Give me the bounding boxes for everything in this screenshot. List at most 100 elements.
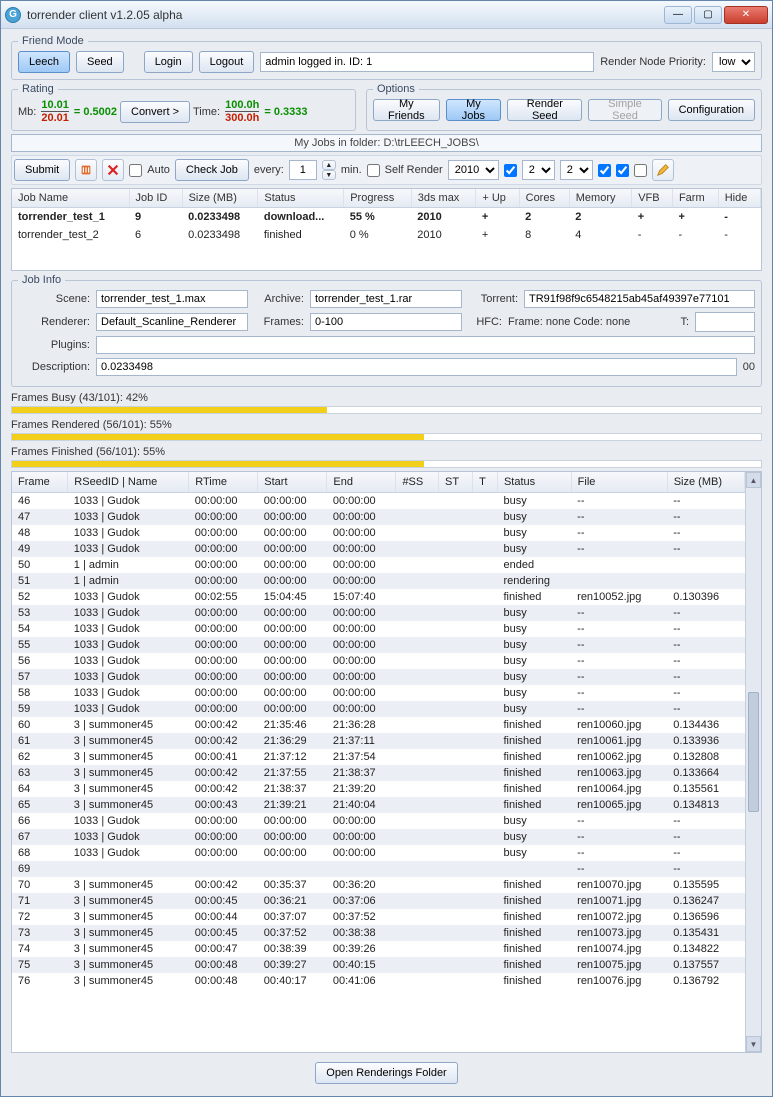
- scroll-down-icon[interactable]: ▼: [746, 1036, 761, 1052]
- frame-row[interactable]: 653 | summoner4500:00:4321:39:2121:40:04…: [12, 797, 745, 813]
- frame-row[interactable]: 681033 | Gudok00:00:0000:00:0000:00:00bu…: [12, 845, 745, 861]
- jobs-col[interactable]: Hide: [718, 189, 760, 208]
- spin-down-icon[interactable]: ▼: [322, 170, 336, 180]
- self-render-checkbox[interactable]: [367, 164, 380, 177]
- seed-button[interactable]: Seed: [76, 51, 124, 73]
- jobs-col[interactable]: 3ds max: [411, 189, 476, 208]
- frame-row[interactable]: 541033 | Gudok00:00:0000:00:0000:00:00bu…: [12, 621, 745, 637]
- frame-row[interactable]: 753 | summoner4500:00:4800:39:2700:40:15…: [12, 957, 745, 973]
- vfb-checkbox[interactable]: [598, 164, 611, 177]
- year-select[interactable]: 2010: [448, 160, 499, 180]
- scroll-up-icon[interactable]: ▲: [746, 472, 761, 488]
- jobs-col[interactable]: Memory: [569, 189, 631, 208]
- frame-row[interactable]: 613 | summoner4500:00:4221:36:2921:37:11…: [12, 733, 745, 749]
- archive-field[interactable]: [310, 290, 462, 308]
- open-renderings-button[interactable]: Open Renderings Folder: [315, 1062, 457, 1084]
- frame-row[interactable]: 571033 | Gudok00:00:0000:00:0000:00:00bu…: [12, 669, 745, 685]
- frame-row[interactable]: 733 | summoner4500:00:4500:37:5200:38:38…: [12, 925, 745, 941]
- hide-checkbox[interactable]: [634, 164, 647, 177]
- frame-row[interactable]: 581033 | Gudok00:00:0000:00:0000:00:00bu…: [12, 685, 745, 701]
- priority-select[interactable]: low: [712, 52, 755, 72]
- my-friends-button[interactable]: My Friends: [373, 99, 440, 121]
- convert-button[interactable]: Convert >: [120, 101, 190, 123]
- torrent-field[interactable]: [524, 290, 755, 308]
- jobs-col[interactable]: Progress: [344, 189, 412, 208]
- frames-table[interactable]: FrameRSeedID | NameRTimeStartEnd#SSSTTSt…: [11, 471, 762, 1053]
- frame-row[interactable]: 531033 | Gudok00:00:0000:00:0000:00:00bu…: [12, 605, 745, 621]
- frame-row[interactable]: 661033 | Gudok00:00:0000:00:0000:00:00bu…: [12, 813, 745, 829]
- frame-row[interactable]: 491033 | Gudok00:00:0000:00:0000:00:00bu…: [12, 541, 745, 557]
- frames-col[interactable]: End: [327, 472, 396, 493]
- cores-select[interactable]: 2: [522, 160, 555, 180]
- frame-row[interactable]: 521033 | Gudok00:02:5515:04:4515:07:40fi…: [12, 589, 745, 605]
- frames-col[interactable]: Start: [258, 472, 327, 493]
- frame-row[interactable]: 561033 | Gudok00:00:0000:00:0000:00:00bu…: [12, 653, 745, 669]
- frames-col[interactable]: ST: [439, 472, 473, 493]
- jobs-col[interactable]: Cores: [519, 189, 569, 208]
- login-button[interactable]: Login: [144, 51, 193, 73]
- description-field[interactable]: [96, 358, 737, 376]
- configuration-button[interactable]: Configuration: [668, 99, 755, 121]
- scene-field[interactable]: [96, 290, 248, 308]
- frame-row[interactable]: 471033 | Gudok00:00:0000:00:0000:00:00bu…: [12, 509, 745, 525]
- frames-col[interactable]: RSeedID | Name: [68, 472, 189, 493]
- frame-row[interactable]: 603 | summoner4500:00:4221:35:4621:36:28…: [12, 717, 745, 733]
- frame-row[interactable]: 501 | admin00:00:0000:00:0000:00:00ended: [12, 557, 745, 573]
- plugins-field[interactable]: [96, 336, 755, 354]
- titlebar[interactable]: G torrender client v1.2.05 alpha — ▢ ✕: [1, 1, 772, 29]
- frames-field[interactable]: [310, 313, 462, 331]
- leech-button[interactable]: Leech: [18, 51, 70, 73]
- job-row[interactable]: torrender_test_190.0233498download...55 …: [12, 208, 761, 227]
- jobs-col[interactable]: Job Name: [12, 189, 129, 208]
- stop-icon[interactable]: [75, 159, 97, 181]
- submit-button[interactable]: Submit: [14, 159, 70, 181]
- every-input[interactable]: [289, 160, 317, 180]
- jobs-col[interactable]: Job ID: [129, 189, 182, 208]
- frame-row[interactable]: 743 | summoner4500:00:4700:38:3900:39:26…: [12, 941, 745, 957]
- frame-row[interactable]: 69----: [12, 861, 745, 877]
- edit-icon[interactable]: [652, 159, 674, 181]
- frame-row[interactable]: 551033 | Gudok00:00:0000:00:0000:00:00bu…: [12, 637, 745, 653]
- logout-button[interactable]: Logout: [199, 51, 255, 73]
- frames-col[interactable]: T: [473, 472, 498, 493]
- maximize-button[interactable]: ▢: [694, 6, 722, 24]
- frames-col[interactable]: RTime: [189, 472, 258, 493]
- frame-row[interactable]: 643 | summoner4500:00:4221:38:3721:39:20…: [12, 781, 745, 797]
- frame-row[interactable]: 591033 | Gudok00:00:0000:00:0000:00:00bu…: [12, 701, 745, 717]
- frames-col[interactable]: #SS: [396, 472, 439, 493]
- check-job-button[interactable]: Check Job: [175, 159, 249, 181]
- frame-row[interactable]: 511 | admin00:00:0000:00:0000:00:00rende…: [12, 573, 745, 589]
- frames-col[interactable]: Status: [497, 472, 571, 493]
- frame-row[interactable]: 481033 | Gudok00:00:0000:00:0000:00:00bu…: [12, 525, 745, 541]
- job-row[interactable]: torrender_test_260.0233498finished0 %201…: [12, 226, 761, 244]
- mem-select[interactable]: 2: [560, 160, 593, 180]
- renderer-field[interactable]: [96, 313, 248, 331]
- jobs-col[interactable]: Status: [258, 189, 344, 208]
- scroll-thumb[interactable]: [748, 692, 759, 812]
- up-checkbox[interactable]: [504, 164, 517, 177]
- frame-row[interactable]: 703 | summoner4500:00:4200:35:3700:36:20…: [12, 877, 745, 893]
- t-field[interactable]: [695, 312, 755, 332]
- frame-row[interactable]: 713 | summoner4500:00:4500:36:2100:37:06…: [12, 893, 745, 909]
- spin-up-icon[interactable]: ▲: [322, 160, 336, 170]
- frames-col[interactable]: File: [571, 472, 667, 493]
- jobs-col[interactable]: + Up: [476, 189, 519, 208]
- frame-row[interactable]: 671033 | Gudok00:00:0000:00:0000:00:00bu…: [12, 829, 745, 845]
- frame-row[interactable]: 723 | summoner4500:00:4400:37:0700:37:52…: [12, 909, 745, 925]
- frame-row[interactable]: 461033 | Gudok00:00:0000:00:0000:00:00bu…: [12, 493, 745, 510]
- frame-row[interactable]: 633 | summoner4500:00:4221:37:5521:38:37…: [12, 765, 745, 781]
- farm-checkbox[interactable]: [616, 164, 629, 177]
- jobs-table[interactable]: Job NameJob IDSize (MB)StatusProgress3ds…: [11, 188, 762, 271]
- frame-row[interactable]: 623 | summoner4500:00:4121:37:1221:37:54…: [12, 749, 745, 765]
- jobs-col[interactable]: VFB: [632, 189, 673, 208]
- frames-scrollbar[interactable]: ▲ ▼: [745, 472, 761, 1052]
- auto-checkbox[interactable]: [129, 164, 142, 177]
- frame-row[interactable]: 763 | summoner4500:00:4800:40:1700:41:06…: [12, 973, 745, 989]
- jobs-col[interactable]: Size (MB): [182, 189, 258, 208]
- jobs-col[interactable]: Farm: [672, 189, 718, 208]
- my-jobs-button[interactable]: My Jobs: [446, 99, 502, 121]
- render-seed-button[interactable]: Render Seed: [507, 99, 582, 121]
- delete-icon[interactable]: [102, 159, 124, 181]
- frames-col[interactable]: Frame: [12, 472, 68, 493]
- minimize-button[interactable]: —: [664, 6, 692, 24]
